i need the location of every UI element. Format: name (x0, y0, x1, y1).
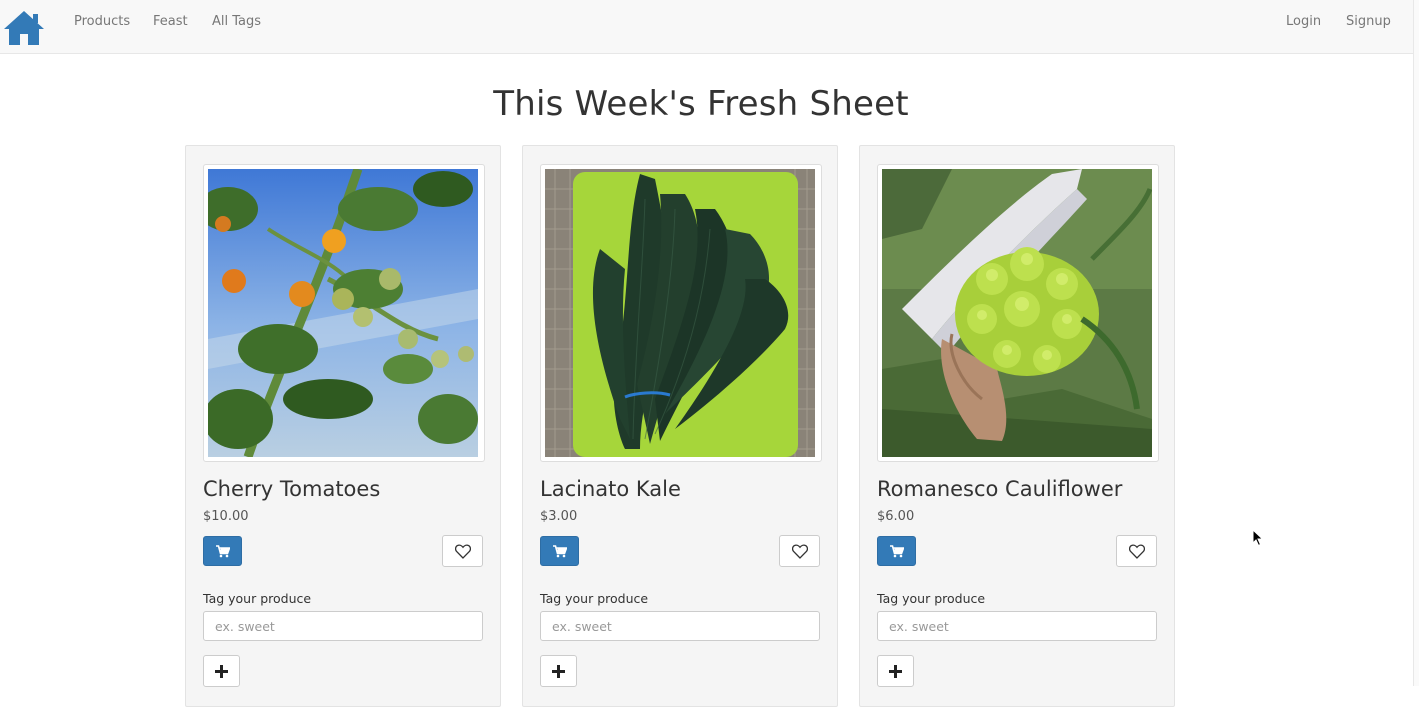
product-name[interactable]: Romanesco Cauliflower (877, 477, 1122, 501)
plus-icon (552, 664, 565, 678)
heart-icon (454, 544, 471, 559)
nav-login-link[interactable]: Login (1286, 14, 1321, 29)
favorite-button[interactable] (779, 535, 820, 567)
add-tag-button[interactable] (877, 655, 914, 687)
plus-icon (889, 664, 902, 678)
product-thumbnail[interactable] (540, 164, 822, 462)
tag-input[interactable] (877, 611, 1157, 641)
nav-feast-link[interactable]: Feast (153, 14, 188, 29)
home-link[interactable] (2, 9, 46, 47)
nav-products-link[interactable]: Products (74, 14, 130, 29)
product-name[interactable]: Lacinato Kale (540, 477, 681, 501)
tag-label: Tag your produce (540, 591, 649, 606)
shopping-cart-icon (552, 544, 567, 557)
add-to-cart-button[interactable] (877, 536, 916, 566)
romanesco-cauliflower-photo (882, 169, 1152, 457)
product-card: Cherry Tomatoes $10.00 Tag your produce (185, 145, 501, 707)
product-thumbnail[interactable] (203, 164, 485, 462)
nav-signup-link[interactable]: Signup (1346, 14, 1391, 29)
product-card: Lacinato Kale $3.00 Tag your produce (522, 145, 838, 707)
tag-label: Tag your produce (203, 591, 312, 606)
lacinato-kale-photo (545, 169, 815, 457)
mouse-cursor-icon (1252, 529, 1264, 547)
page-title: This Week's Fresh Sheet (493, 84, 909, 124)
product-price: $10.00 (203, 509, 249, 524)
cherry-tomatoes-photo (208, 169, 478, 457)
add-tag-button[interactable] (203, 655, 240, 687)
home-icon (4, 11, 44, 45)
add-tag-button[interactable] (540, 655, 577, 687)
shopping-cart-icon (215, 544, 230, 557)
tag-input[interactable] (540, 611, 820, 641)
favorite-button[interactable] (1116, 535, 1157, 567)
product-price: $3.00 (540, 509, 578, 524)
add-to-cart-button[interactable] (203, 536, 242, 566)
product-card: Romanesco Cauliflower $6.00 Tag your pro… (859, 145, 1175, 707)
product-thumbnail[interactable] (877, 164, 1159, 462)
product-name[interactable]: Cherry Tomatoes (203, 477, 380, 501)
navbar: Products Feast All Tags Login Signup (0, 0, 1414, 54)
heart-icon (791, 544, 808, 559)
favorite-button[interactable] (442, 535, 483, 567)
tag-label: Tag your produce (877, 591, 986, 606)
page-scrollbar[interactable] (1413, 0, 1419, 686)
shopping-cart-icon (889, 544, 904, 557)
nav-all-tags-link[interactable]: All Tags (212, 14, 261, 29)
tag-input[interactable] (203, 611, 483, 641)
product-price: $6.00 (877, 509, 915, 524)
plus-icon (215, 664, 228, 678)
add-to-cart-button[interactable] (540, 536, 579, 566)
heart-icon (1128, 544, 1145, 559)
